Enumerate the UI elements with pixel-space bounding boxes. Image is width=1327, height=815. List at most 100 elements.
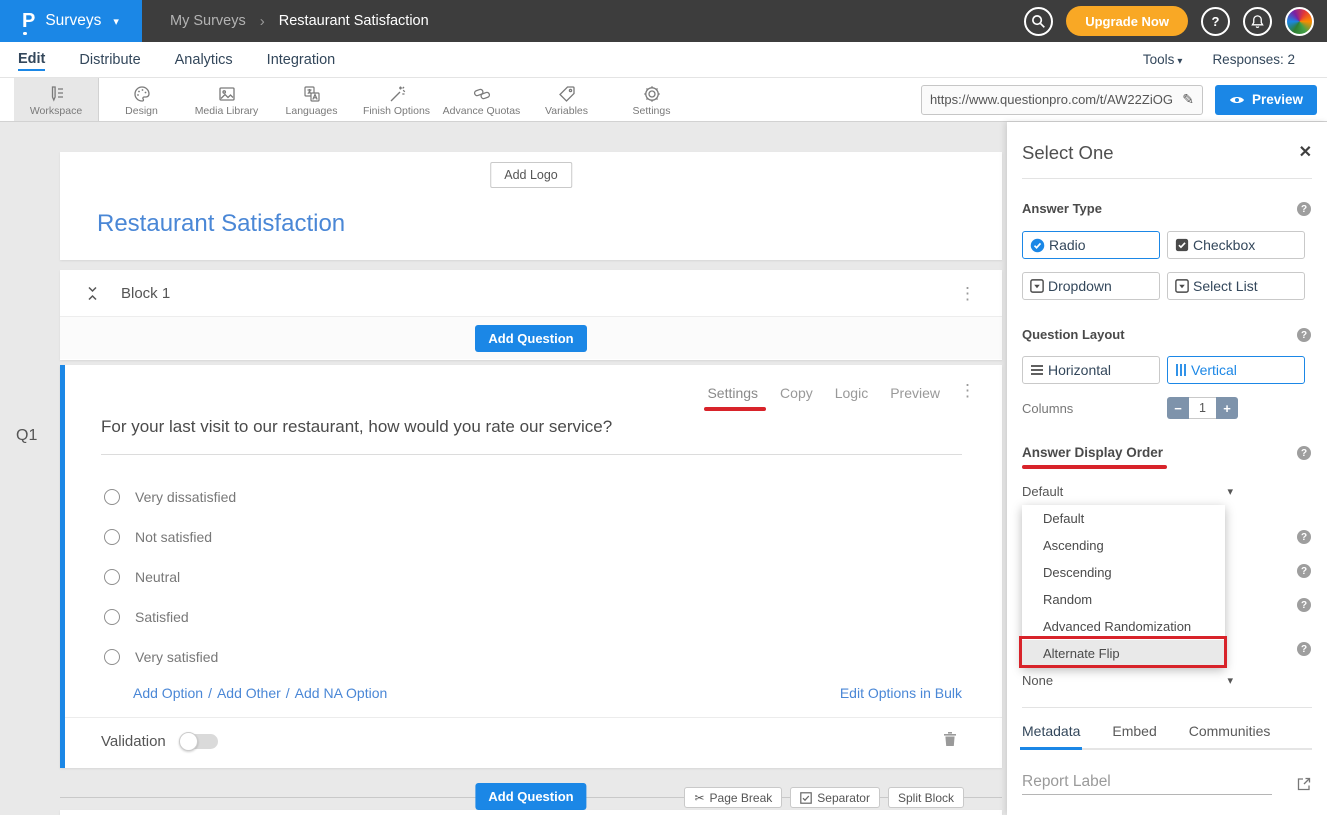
answer-type-dropdown[interactable]: Dropdown (1022, 272, 1160, 300)
layout-horizontal-button[interactable]: Horizontal (1022, 356, 1160, 384)
upgrade-now-button[interactable]: Upgrade Now (1066, 6, 1188, 36)
menu-item-alternate-flip[interactable]: Alternate Flip (1022, 640, 1225, 667)
answer-option-row[interactable]: Very dissatisfied (101, 477, 962, 517)
radio-check-icon (1030, 238, 1045, 253)
tab-communities[interactable]: Communities (1189, 723, 1271, 739)
survey-title[interactable]: Restaurant Satisfaction (97, 210, 345, 238)
menu-item-default[interactable]: Default (1022, 505, 1225, 532)
edit-url-icon[interactable]: ✎ (1182, 91, 1194, 108)
delete-question-button[interactable] (943, 731, 957, 752)
question-tab-copy[interactable]: Copy (780, 385, 813, 401)
page-break-button[interactable]: ✂Page Break (684, 787, 782, 808)
radio-icon[interactable] (104, 569, 120, 585)
answer-option-row[interactable]: Satisfied (101, 597, 962, 637)
survey-url-input[interactable] (930, 92, 1182, 107)
help-icon[interactable]: ? (1297, 202, 1311, 216)
question-text[interactable]: For your last visit to our restaurant, h… (101, 417, 962, 455)
help-icon[interactable]: ? (1297, 598, 1311, 612)
answer-option-label[interactable]: Satisfied (135, 609, 189, 625)
add-option-link[interactable]: Add Option (133, 685, 203, 701)
chain-link-icon (472, 84, 492, 104)
add-na-option-link[interactable]: Add NA Option (295, 685, 388, 701)
collapse-block-icon[interactable] (86, 285, 99, 302)
display-order-select[interactable]: Default ▾ (1022, 480, 1233, 502)
layout-vertical-button[interactable]: Vertical (1167, 356, 1305, 384)
add-other-link[interactable]: Add Other (217, 685, 281, 701)
increase-columns-button[interactable]: + (1216, 397, 1238, 419)
question-tab-logic[interactable]: Logic (835, 385, 868, 401)
help-icon[interactable]: ? (1297, 642, 1311, 656)
answer-option-label[interactable]: Very dissatisfied (135, 489, 236, 505)
tools-menu[interactable]: Tools▾ (1143, 52, 1183, 67)
product-switcher[interactable]: P Surveys ▾ (0, 0, 142, 42)
separator-button[interactable]: Separator (790, 787, 880, 808)
help-button[interactable]: ? (1201, 7, 1230, 36)
answer-option-label[interactable]: Neutral (135, 569, 180, 585)
toolbar-item-finish-options[interactable]: Finish Options (354, 78, 439, 121)
answer-option-label[interactable]: Not satisfied (135, 529, 212, 545)
toolbar-item-workspace[interactable]: Workspace (14, 78, 99, 121)
breadcrumb-my-surveys[interactable]: My Surveys (170, 13, 246, 29)
answer-option-row[interactable]: Very satisfied (101, 637, 962, 677)
user-avatar[interactable] (1285, 7, 1314, 36)
add-question-button-top[interactable]: Add Question (475, 325, 586, 352)
option-links-row: Add Option/Add Other/Add NA Option Edit … (133, 685, 962, 701)
answer-option-row[interactable]: Not satisfied (101, 517, 962, 557)
toolbar-item-media-library[interactable]: Media Library (184, 78, 269, 121)
external-link-icon (1296, 776, 1312, 792)
answer-option-label[interactable]: Very satisfied (135, 649, 218, 665)
question-tab-preview[interactable]: Preview (890, 385, 940, 401)
toolbar-item-design[interactable]: Design (99, 78, 184, 121)
notifications-button[interactable] (1243, 7, 1272, 36)
columns-value-field[interactable] (1189, 397, 1216, 419)
tab-embed[interactable]: Embed (1112, 723, 1156, 739)
menu-item-descending[interactable]: Descending (1022, 559, 1225, 586)
help-icon[interactable]: ? (1297, 446, 1311, 460)
validation-toggle[interactable] (180, 734, 218, 749)
split-block-button[interactable]: Split Block (888, 787, 964, 808)
question-menu-icon[interactable]: ⋮ (959, 382, 976, 399)
bell-icon (1250, 14, 1265, 29)
nav-tab-integration[interactable]: Integration (267, 50, 336, 70)
help-icon[interactable]: ? (1297, 530, 1311, 544)
toolbar-item-languages[interactable]: Languages (269, 78, 354, 121)
chevron-down-icon: ▾ (1227, 674, 1233, 687)
radio-icon[interactable] (104, 489, 120, 505)
answer-type-select-list[interactable]: Select List (1167, 272, 1305, 300)
help-icon[interactable]: ? (1297, 328, 1311, 342)
secondary-select[interactable]: None ▾ (1022, 669, 1233, 691)
toolbar-item-settings[interactable]: Settings (609, 78, 694, 121)
report-label-input[interactable] (1022, 770, 1272, 795)
translate-icon (302, 84, 322, 104)
menu-item-ascending[interactable]: Ascending (1022, 532, 1225, 559)
block-title[interactable]: Block 1 (121, 285, 170, 302)
answer-type-checkbox[interactable]: Checkbox (1167, 231, 1305, 259)
add-question-button-bottom[interactable]: Add Question (475, 783, 586, 810)
expand-icon[interactable] (1296, 776, 1312, 797)
menu-item-random[interactable]: Random (1022, 586, 1225, 613)
decrease-columns-button[interactable]: − (1167, 397, 1189, 419)
help-icon[interactable]: ? (1297, 564, 1311, 578)
nav-tab-distribute[interactable]: Distribute (79, 50, 140, 70)
radio-icon[interactable] (104, 649, 120, 665)
menu-item-advanced-randomization[interactable]: Advanced Randomization (1022, 613, 1225, 640)
radio-icon[interactable] (104, 609, 120, 625)
nav-tab-edit[interactable]: Edit (18, 49, 45, 71)
toolbar-label: Media Library (195, 105, 259, 117)
responses-link[interactable]: Responses: 2 (1212, 52, 1295, 67)
close-icon[interactable]: ✕ (1299, 142, 1312, 162)
toolbar-item-advance-quotas[interactable]: Advance Quotas (439, 78, 524, 121)
answer-type-radio[interactable]: Radio (1022, 231, 1160, 259)
toolbar-item-variables[interactable]: Variables (524, 78, 609, 121)
answer-option-row[interactable]: Neutral (101, 557, 962, 597)
preview-button[interactable]: Preview (1215, 85, 1317, 115)
nav-tab-analytics[interactable]: Analytics (175, 50, 233, 70)
tab-label: Settings (707, 385, 758, 401)
edit-options-in-bulk-link[interactable]: Edit Options in Bulk (840, 685, 962, 701)
radio-icon[interactable] (104, 529, 120, 545)
add-logo-button[interactable]: Add Logo (490, 162, 572, 188)
question-tab-settings[interactable]: Settings (707, 385, 758, 401)
search-button[interactable] (1024, 7, 1053, 36)
block-menu-icon[interactable]: ⋮ (959, 285, 976, 302)
tab-metadata[interactable]: Metadata (1022, 723, 1080, 739)
